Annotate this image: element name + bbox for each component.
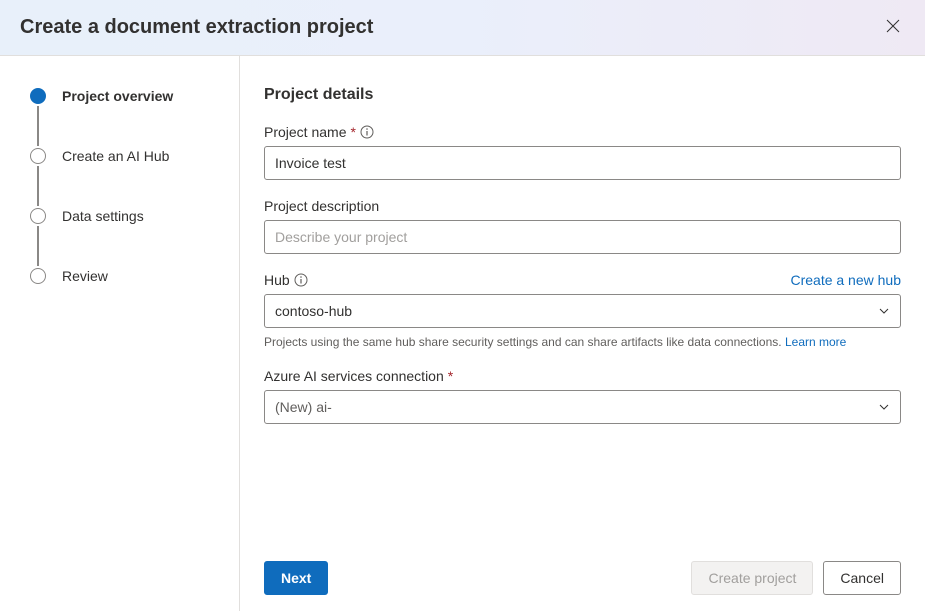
dialog-title: Create a document extraction project <box>20 16 373 39</box>
required-asterisk: * <box>448 368 453 384</box>
project-description-label: Project description <box>264 198 901 214</box>
info-icon[interactable] <box>360 125 374 139</box>
chevron-down-icon <box>878 401 890 413</box>
step-label: Data settings <box>62 206 144 226</box>
step-label: Create an AI Hub <box>62 146 169 166</box>
wizard-steps-sidebar: Project overview Create an AI Hub Data s… <box>0 56 240 611</box>
hub-label: Hub <box>264 272 308 288</box>
ai-connection-select[interactable]: (New) ai- <box>264 390 901 424</box>
hub-select-value: contoso-hub <box>275 303 352 319</box>
project-name-label: Project name * <box>264 124 901 140</box>
hub-group: Hub Create a new hub contoso-hub Project… <box>264 272 901 350</box>
close-button[interactable] <box>881 14 905 41</box>
step-indicator-icon <box>30 88 46 104</box>
cancel-button[interactable]: Cancel <box>823 561 901 595</box>
step-indicator-icon <box>30 148 46 164</box>
step-label: Review <box>62 266 108 286</box>
ai-connection-select-value: (New) ai- <box>275 399 332 415</box>
section-title: Project details <box>264 86 901 104</box>
step-connector <box>37 106 39 146</box>
wizard-step-review[interactable]: Review <box>30 266 219 286</box>
create-project-button: Create project <box>691 561 813 595</box>
dialog-footer: Next Create project Cancel <box>264 547 901 595</box>
wizard-step-data-settings[interactable]: Data settings <box>30 206 219 266</box>
info-icon[interactable] <box>294 273 308 287</box>
project-name-group: Project name * <box>264 124 901 180</box>
dialog-body: Project overview Create an AI Hub Data s… <box>0 56 925 611</box>
step-indicator-icon <box>30 268 46 284</box>
main-panel: Project details Project name * Project d… <box>240 56 925 611</box>
project-description-group: Project description <box>264 198 901 254</box>
hub-helper-text: Projects using the same hub share securi… <box>264 334 901 350</box>
project-name-input[interactable] <box>264 146 901 180</box>
ai-connection-group: Azure AI services connection * (New) ai- <box>264 368 901 424</box>
step-connector <box>37 226 39 266</box>
next-button[interactable]: Next <box>264 561 328 595</box>
close-icon <box>885 18 901 37</box>
step-connector <box>37 166 39 206</box>
step-indicator-icon <box>30 208 46 224</box>
create-new-hub-link[interactable]: Create a new hub <box>790 272 901 288</box>
learn-more-link[interactable]: Learn more <box>785 335 846 349</box>
required-asterisk: * <box>350 124 355 140</box>
hub-select[interactable]: contoso-hub <box>264 294 901 328</box>
step-label: Project overview <box>62 86 173 106</box>
wizard-step-project-overview[interactable]: Project overview <box>30 86 219 146</box>
wizard-step-create-ai-hub[interactable]: Create an AI Hub <box>30 146 219 206</box>
dialog-header: Create a document extraction project <box>0 0 925 56</box>
ai-connection-label: Azure AI services connection * <box>264 368 901 384</box>
chevron-down-icon <box>878 305 890 317</box>
project-description-input[interactable] <box>264 220 901 254</box>
